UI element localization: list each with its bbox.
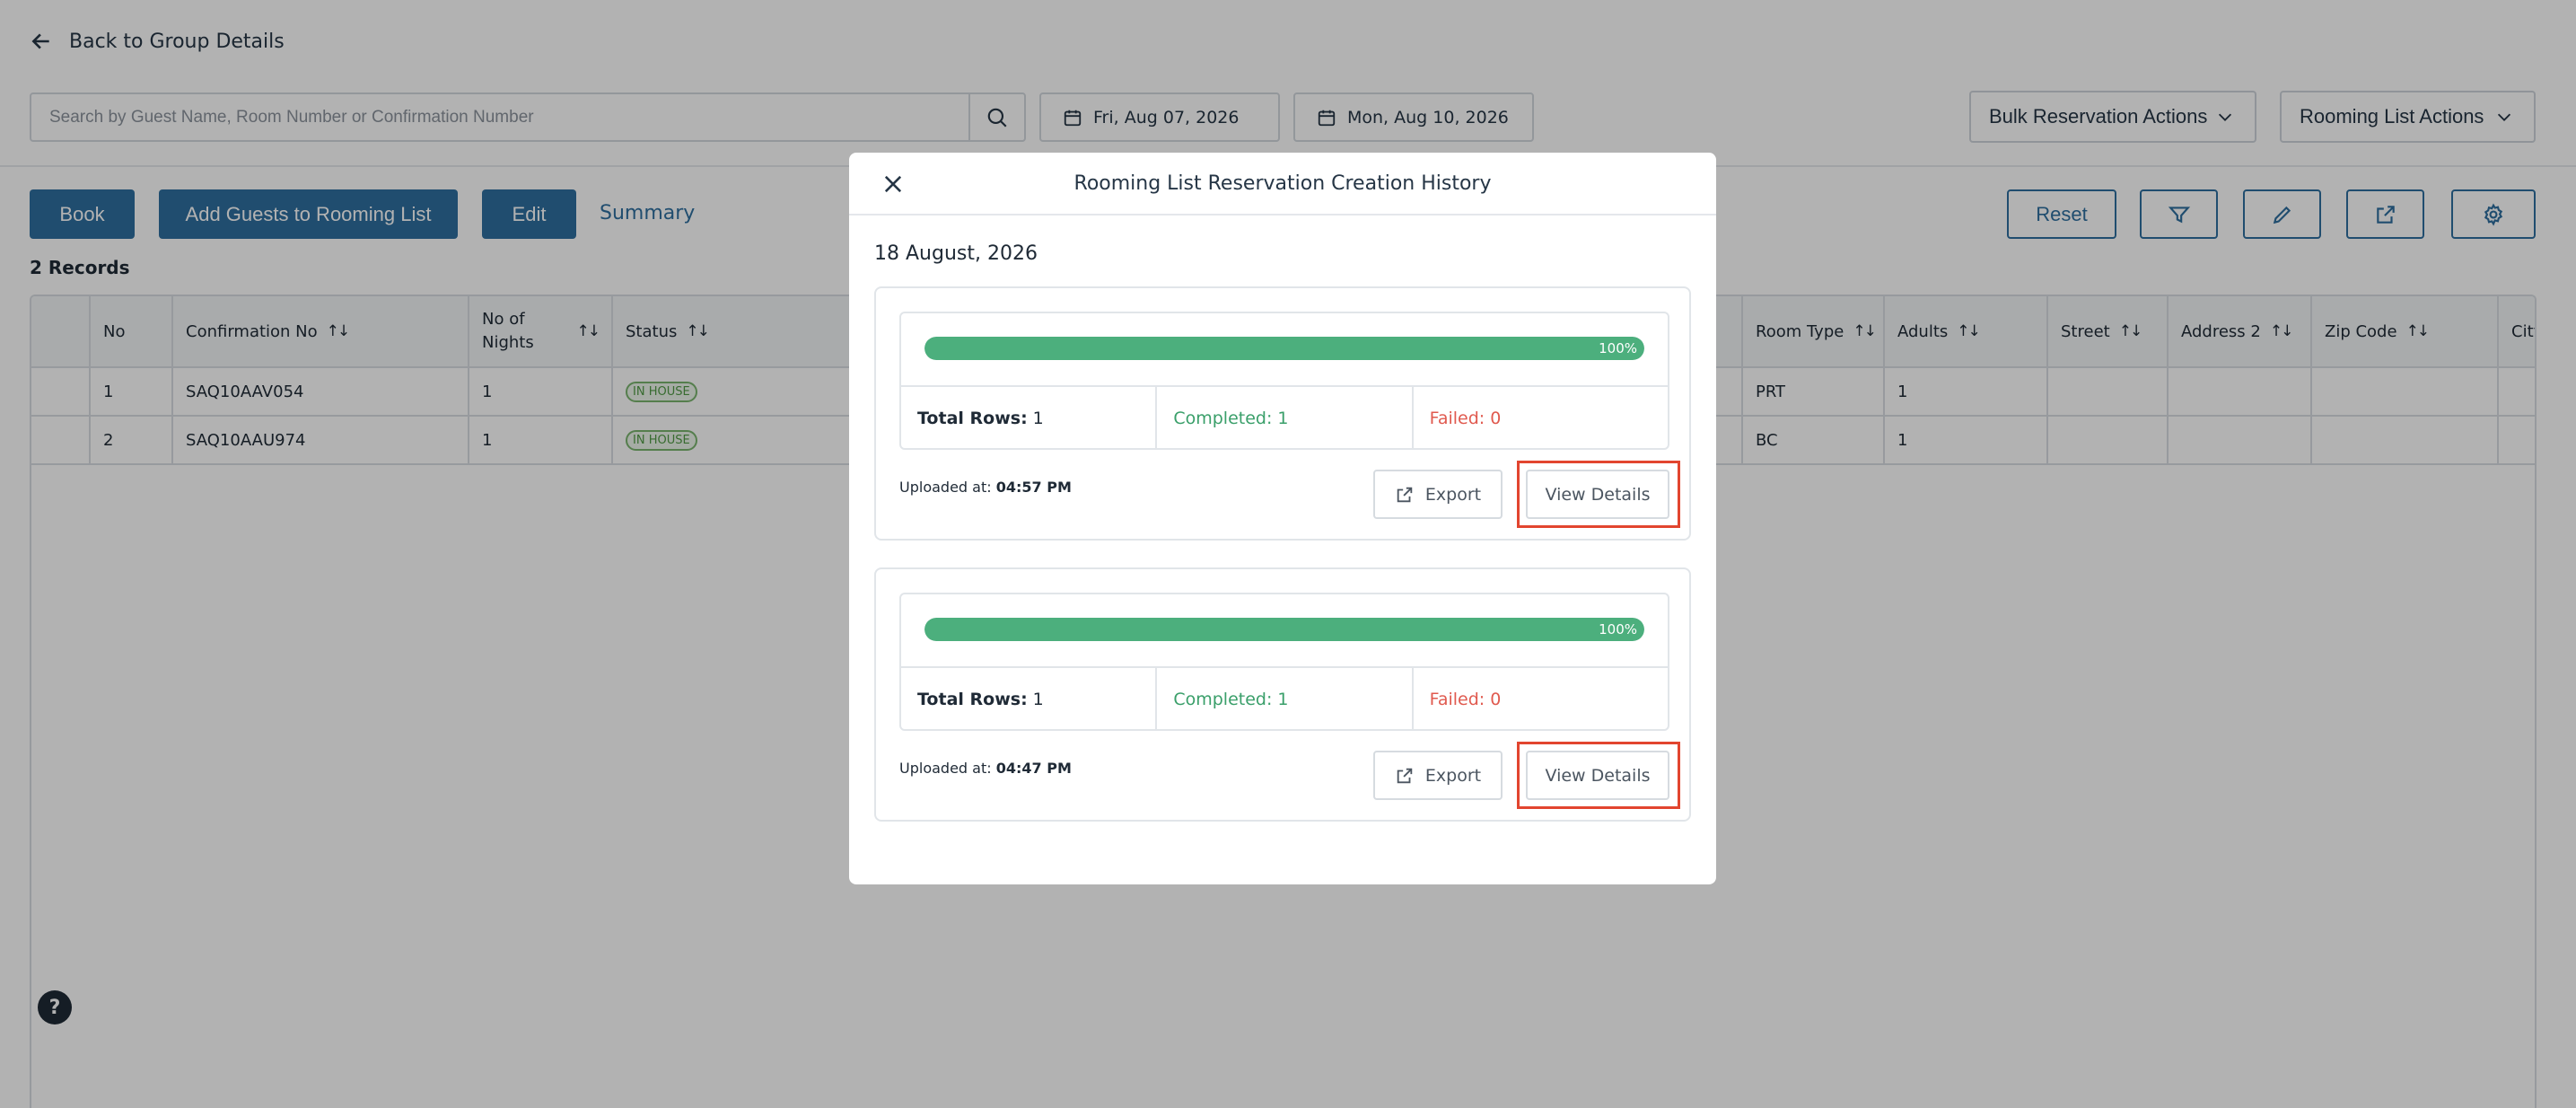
entry-stats: Total Rows: 1 Completed: 1 Failed: 0 bbox=[901, 666, 1668, 731]
progress-fill: 100% bbox=[924, 618, 1644, 641]
history-date: 18 August, 2026 bbox=[874, 242, 1038, 265]
modal-title: Rooming List Reservation Creation Histor… bbox=[1073, 172, 1492, 195]
entry-summary: 100% Total Rows: 1 Completed: 1 Failed: 0 bbox=[899, 593, 1669, 731]
export-button[interactable]: Export bbox=[1373, 470, 1503, 519]
total-rows-value: 1 bbox=[1032, 409, 1044, 428]
entry-stats: Total Rows: 1 Completed: 1 Failed: 0 bbox=[901, 385, 1668, 450]
export-button[interactable]: Export bbox=[1373, 751, 1503, 800]
failed-count: Failed: 0 bbox=[1429, 409, 1502, 428]
failed-count: Failed: 0 bbox=[1429, 690, 1502, 709]
progress-bar: 100% bbox=[924, 618, 1644, 641]
total-rows: Total Rows: 1 bbox=[901, 387, 1158, 450]
uploaded-label: Uploaded at: bbox=[899, 479, 992, 496]
progress-label: 100% bbox=[1599, 621, 1637, 638]
completed-count: Completed: 1 bbox=[1157, 387, 1414, 450]
highlight-box bbox=[1517, 742, 1680, 809]
creation-history-modal: Rooming List Reservation Creation Histor… bbox=[849, 153, 1716, 884]
total-rows-label: Total Rows: bbox=[917, 409, 1028, 428]
modal-header: Rooming List Reservation Creation Histor… bbox=[849, 153, 1716, 215]
export-label: Export bbox=[1424, 765, 1482, 786]
progress-fill: 100% bbox=[924, 337, 1644, 360]
entry-summary: 100% Total Rows: 1 Completed: 1 Failed: 0 bbox=[899, 312, 1669, 450]
history-entry: 100% Total Rows: 1 Completed: 1 Failed: 0… bbox=[874, 286, 1691, 541]
total-rows: Total Rows: 1 bbox=[901, 668, 1158, 731]
highlight-box bbox=[1517, 461, 1680, 528]
export-label: Export bbox=[1424, 484, 1482, 505]
completed-count: Completed: 1 bbox=[1157, 668, 1414, 731]
total-rows-value: 1 bbox=[1032, 690, 1044, 709]
uploaded-at: Uploaded at: 04:57 PM bbox=[899, 479, 1072, 496]
external-link-icon bbox=[1397, 487, 1413, 502]
uploaded-time: 04:47 PM bbox=[995, 760, 1072, 777]
history-entry: 100% Total Rows: 1 Completed: 1 Failed: 0… bbox=[874, 567, 1691, 822]
progress-label: 100% bbox=[1599, 340, 1637, 356]
close-icon bbox=[884, 175, 902, 193]
external-link-icon bbox=[1397, 768, 1413, 783]
close-button[interactable] bbox=[876, 167, 910, 201]
uploaded-time: 04:57 PM bbox=[995, 479, 1072, 496]
progress-bar: 100% bbox=[924, 337, 1644, 360]
total-rows-label: Total Rows: bbox=[917, 690, 1028, 709]
uploaded-label: Uploaded at: bbox=[899, 760, 992, 777]
uploaded-at: Uploaded at: 04:47 PM bbox=[899, 760, 1072, 777]
